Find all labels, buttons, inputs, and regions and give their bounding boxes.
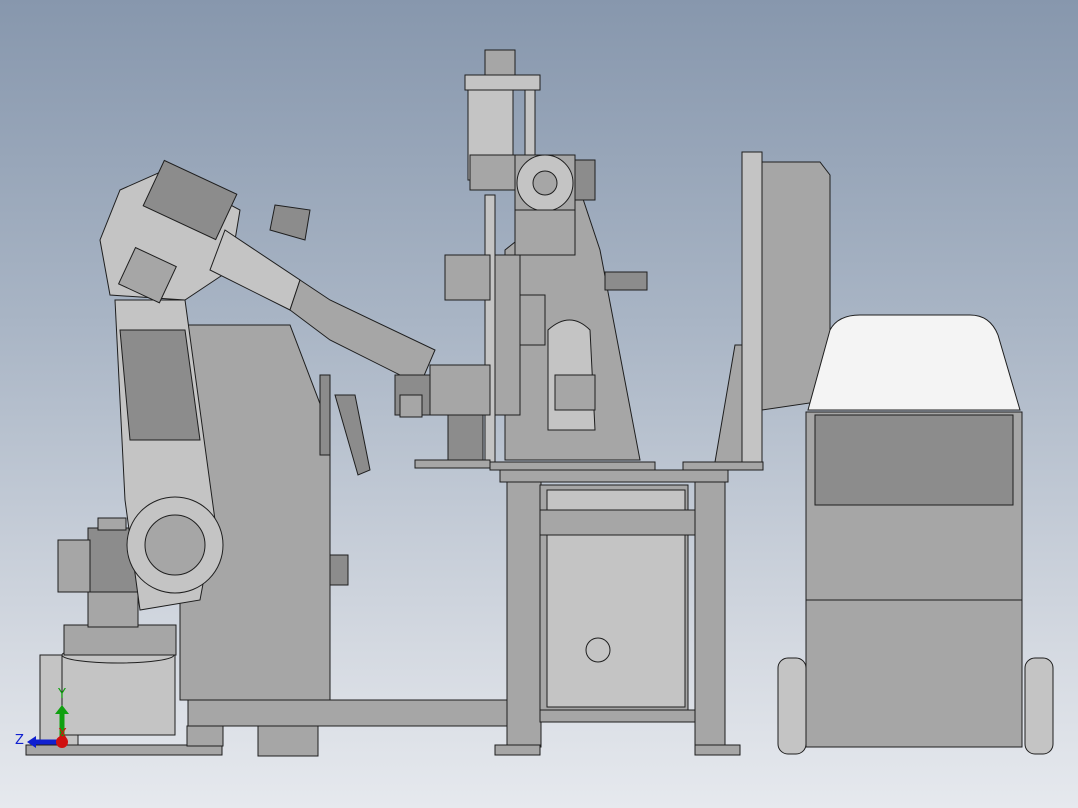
work-table [494, 469, 741, 756]
material-cart [777, 314, 1054, 755]
press-machine [414, 49, 656, 471]
cad-viewport[interactable]: Y Z X [0, 0, 1078, 808]
x-axis-label: X [58, 727, 67, 742]
z-axis-label: Z [15, 733, 24, 748]
y-axis-label: Y [57, 687, 66, 702]
